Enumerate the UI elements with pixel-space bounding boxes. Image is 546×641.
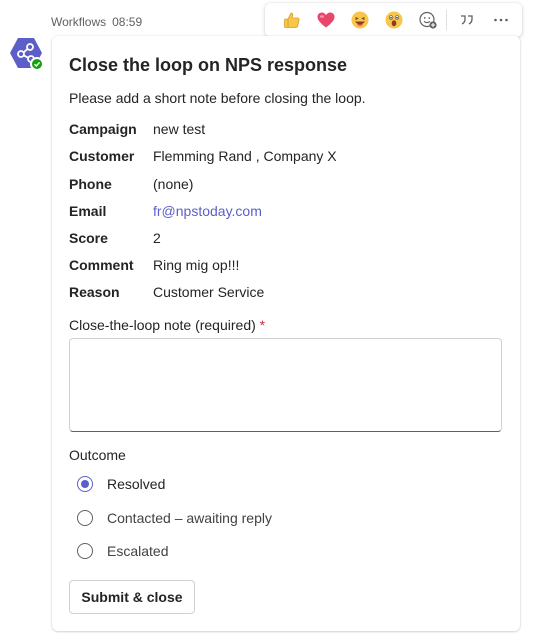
card-subtitle: Please add a short note before closing t… [69, 90, 366, 106]
laugh-reaction-icon[interactable] [343, 3, 377, 37]
fact-key: Email [69, 203, 107, 219]
note-label-text: Close-the-loop note (required) [69, 317, 256, 333]
outcome-option-resolved[interactable]: Resolved [77, 474, 165, 494]
message-meta: Workflows 08:59 [51, 15, 142, 29]
fact-comment: Comment Ring mig op!!! [69, 257, 489, 277]
submit-close-button[interactable]: Submit & close [69, 580, 195, 614]
fact-score: Score 2 [69, 230, 489, 250]
heart-reaction-icon[interactable] [309, 3, 343, 37]
radio-label: Escalated [107, 543, 169, 559]
radio-label: Resolved [107, 476, 166, 492]
outcome-label: Outcome [69, 447, 126, 463]
outcome-option-contacted[interactable]: Contacted – awaiting reply [77, 508, 272, 528]
fact-campaign: Campaign new test [69, 121, 489, 141]
fact-value: Customer Service [153, 284, 265, 300]
radio-label: Contacted – awaiting reply [107, 510, 272, 526]
radio-checked-icon[interactable] [77, 476, 93, 492]
outcome-option-escalated[interactable]: Escalated [77, 541, 168, 561]
quote-reply-icon[interactable] [450, 3, 484, 37]
note-label: Close-the-loop note (required) * [69, 317, 265, 333]
card-title: Close the loop on NPS response [69, 55, 348, 75]
radio-unchecked-icon[interactable] [77, 510, 93, 526]
fact-customer: Customer Flemming Rand , Company X [69, 148, 489, 168]
radio-unchecked-icon[interactable] [77, 543, 93, 559]
fact-email: Email fr@npstoday.com [69, 203, 489, 223]
fact-key: Campaign [69, 121, 137, 137]
close-the-loop-note-input[interactable] [69, 338, 502, 432]
fact-value: (none) [153, 176, 194, 192]
fact-key: Reason [69, 284, 120, 300]
fact-phone: Phone (none) [69, 176, 489, 196]
fact-reason: Reason Customer Service [69, 284, 489, 304]
sender-name: Workflows [51, 15, 107, 29]
fact-value: new test [153, 121, 206, 137]
email-link[interactable]: fr@npstoday.com [153, 203, 262, 219]
toolbar-divider [446, 10, 447, 30]
fact-key: Phone [69, 176, 112, 192]
fact-key: Score [69, 230, 108, 246]
fact-key: Comment [69, 257, 134, 273]
more-options-icon[interactable] [484, 3, 518, 37]
presence-available-icon [30, 57, 44, 71]
like-reaction-icon[interactable] [275, 3, 309, 37]
fact-value: 2 [153, 230, 161, 246]
adaptive-card: Close the loop on NPS response Please ad… [52, 36, 520, 631]
surprised-reaction-icon[interactable] [377, 3, 411, 37]
message-time: 08:59 [112, 15, 143, 29]
fact-value: Ring mig op!!! [153, 257, 240, 273]
add-reaction-icon[interactable] [411, 3, 445, 37]
fact-value: Flemming Rand , Company X [153, 148, 337, 164]
reaction-toolbar [265, 3, 522, 37]
required-marker: * [259, 317, 266, 333]
fact-key: Customer [69, 148, 135, 164]
